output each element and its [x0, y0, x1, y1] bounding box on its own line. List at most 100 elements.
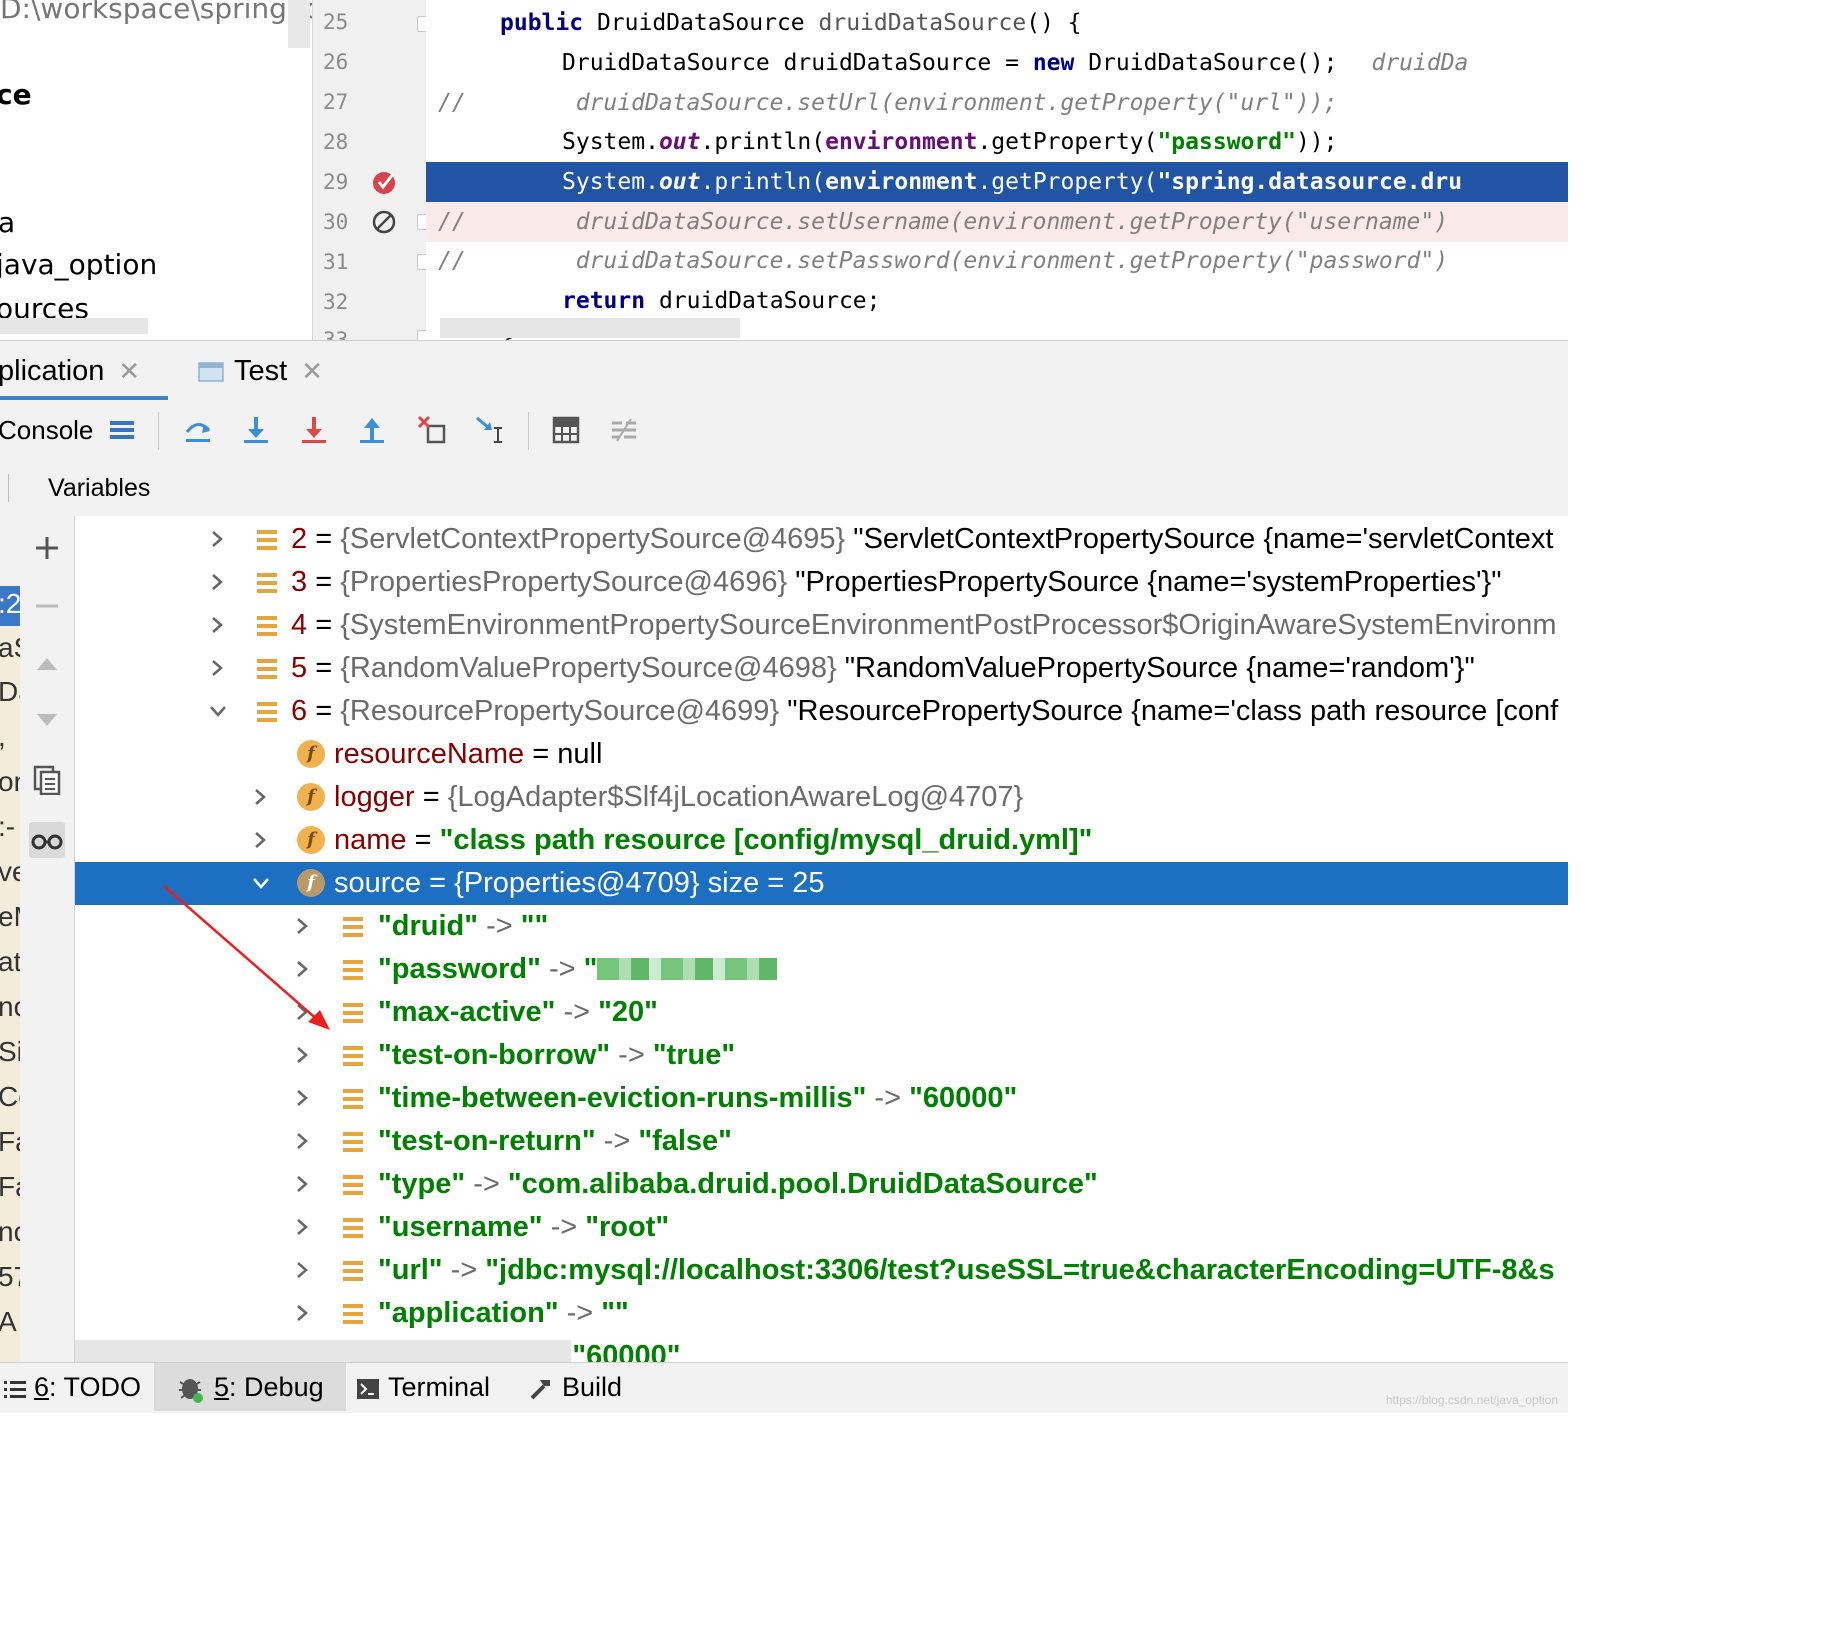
chevron-right-icon[interactable]	[208, 647, 228, 690]
list-icon	[257, 573, 277, 593]
horizontal-scrollbar[interactable]	[440, 318, 740, 338]
list-icon	[4, 1380, 26, 1398]
chevron-right-icon[interactable]	[208, 604, 228, 647]
editor-gutter: 25 26 27 28 29 30 31 32 33	[312, 0, 431, 352]
frame-item[interactable]: A	[0, 1306, 17, 1338]
frame-item[interactable]: 57	[0, 1261, 20, 1293]
console-tab[interactable]: Console	[0, 402, 93, 460]
code-editor[interactable]: public DruidDataSource druidDataSource()…	[426, 0, 1568, 340]
add-watch-icon[interactable]	[29, 530, 65, 566]
tree-row[interactable]: 4 = {SystemEnvironmentPropertySourceEnvi…	[75, 604, 1568, 647]
chevron-right-icon[interactable]	[251, 776, 271, 819]
chevron-right-icon[interactable]	[293, 1077, 313, 1120]
horizontal-scrollbar[interactable]	[75, 1340, 571, 1362]
frame-item[interactable]: Co	[0, 1081, 20, 1113]
breakpoint-icon[interactable]	[371, 168, 399, 196]
close-icon[interactable]: ✕	[301, 356, 323, 386]
project-item[interactable]: java_option	[0, 248, 157, 281]
list-icon	[257, 616, 277, 636]
field-icon: f	[297, 826, 325, 854]
watermark: https://blog.csdn.net/java_option	[1385, 1393, 1558, 1407]
move-down-icon[interactable]	[29, 702, 65, 738]
tree-row[interactable]: 5 = {RandomValuePropertySource@4698} "Ra…	[75, 647, 1568, 690]
remove-watch-icon[interactable]	[29, 588, 65, 624]
map-entry[interactable]: "application" -> ""	[75, 1292, 1568, 1335]
project-tree-panel: D:\workspace\springboo ce a java_option …	[0, 0, 312, 340]
horizontal-scrollbar[interactable]	[0, 318, 148, 334]
chevron-right-icon[interactable]	[208, 561, 228, 604]
tool-window-bar: 6: TODO 5: Debug Terminal Build https://…	[0, 1362, 1568, 1413]
muted-breakpoint-icon[interactable]	[371, 208, 399, 236]
step-over-icon[interactable]	[178, 410, 218, 450]
chevron-right-icon[interactable]	[293, 1292, 313, 1335]
map-entry[interactable]: "test-on-borrow" -> "true"	[75, 1034, 1568, 1077]
list-icon	[343, 1046, 363, 1066]
code-line: DruidDataSource druidDataSource = new Dr…	[562, 50, 1469, 76]
chevron-right-icon[interactable]	[293, 1120, 313, 1163]
frame-item[interactable]: aS	[0, 632, 20, 664]
list-icon	[343, 1003, 363, 1023]
map-entry[interactable]: "type" -> "com.alibaba.druid.pool.DruidD…	[75, 1163, 1568, 1206]
tab-application[interactable]: plication ✕	[0, 341, 140, 401]
variables-header: Variables	[0, 460, 1568, 517]
vertical-scrollbar[interactable]	[288, 0, 310, 48]
frame-item[interactable]: nc	[0, 991, 20, 1023]
chevron-right-icon[interactable]	[251, 819, 271, 862]
drop-frame-icon[interactable]	[412, 410, 452, 450]
map-entry[interactable]: "time-between-eviction-runs-millis" -> "…	[75, 1077, 1568, 1120]
force-step-into-icon[interactable]	[294, 410, 334, 450]
step-into-icon[interactable]	[236, 410, 276, 450]
tree-row[interactable]: 3 = {PropertiesPropertySource@4696} "Pro…	[75, 561, 1568, 604]
line-number: 32	[323, 290, 349, 314]
chevron-right-icon[interactable]	[293, 1163, 313, 1206]
move-up-icon[interactable]	[29, 646, 65, 682]
chevron-right-icon[interactable]	[208, 518, 228, 561]
trace-icon[interactable]	[604, 410, 644, 450]
bug-icon	[179, 1378, 203, 1403]
tab-terminal[interactable]: Terminal	[356, 1363, 490, 1411]
tab-debug[interactable]: 5: Debug	[154, 1363, 346, 1411]
glasses-icon[interactable]	[29, 822, 65, 858]
frame-item[interactable]: ve	[0, 856, 20, 888]
tab-test[interactable]: Test ✕	[198, 341, 323, 401]
tree-row[interactable]: f name = "class path resource [config/my…	[75, 819, 1568, 862]
project-item[interactable]: ce	[0, 78, 32, 111]
tab-todo[interactable]: 6: TODO	[4, 1363, 141, 1411]
chevron-right-icon[interactable]	[293, 1249, 313, 1292]
project-item[interactable]: a	[0, 206, 15, 239]
frame-item[interactable]: Fa	[0, 1126, 20, 1158]
frame-item[interactable]: :-	[0, 811, 15, 843]
map-entry[interactable]: "username" -> "root"	[75, 1206, 1568, 1249]
frame-item[interactable]: :2	[0, 588, 20, 620]
frame-item[interactable]: Fa	[0, 1171, 20, 1203]
tab-build[interactable]: Build	[528, 1363, 622, 1411]
chevron-down-icon[interactable]	[208, 690, 228, 733]
list-icon	[343, 1218, 363, 1238]
frame-item[interactable]: ,	[0, 721, 6, 753]
tree-row[interactable]: 2 = {ServletContextPropertySource@4695} …	[75, 518, 1568, 561]
frame-item[interactable]: Si	[0, 1036, 20, 1068]
frame-item[interactable]: nc	[0, 1216, 20, 1248]
list-icon	[343, 1089, 363, 1109]
map-entry[interactable]: "url" -> "jdbc:mysql://localhost:3306/te…	[75, 1249, 1568, 1292]
evaluate-expression-icon[interactable]	[546, 410, 586, 450]
map-entry[interactable]: "test-on-return" -> "false"	[75, 1120, 1568, 1163]
line-number: 30	[323, 210, 349, 234]
run-to-cursor-icon[interactable]	[470, 410, 510, 450]
frame-item[interactable]: eM	[0, 901, 20, 933]
chevron-right-icon[interactable]	[293, 1034, 313, 1077]
frame-item[interactable]: Da	[0, 676, 20, 708]
tree-row[interactable]: f logger = {LogAdapter$Slf4jLocationAwar…	[75, 776, 1568, 819]
line-number: 25	[323, 10, 349, 34]
close-icon[interactable]: ✕	[118, 356, 140, 386]
hammer-icon	[530, 1379, 550, 1400]
frame-item[interactable]: at	[0, 946, 20, 978]
chevron-right-icon[interactable]	[293, 1206, 313, 1249]
code-line: //druidDataSource.setPassword(environmen…	[438, 248, 1449, 274]
step-out-icon[interactable]	[352, 410, 392, 450]
frame-item[interactable]: on	[0, 766, 20, 798]
tree-row[interactable]: f resourceName = null	[75, 733, 1568, 776]
layout-icon[interactable]	[102, 410, 142, 450]
copy-icon[interactable]	[29, 762, 65, 798]
tree-row[interactable]: 6 = {ResourcePropertySource@4699} "Resou…	[75, 690, 1568, 733]
